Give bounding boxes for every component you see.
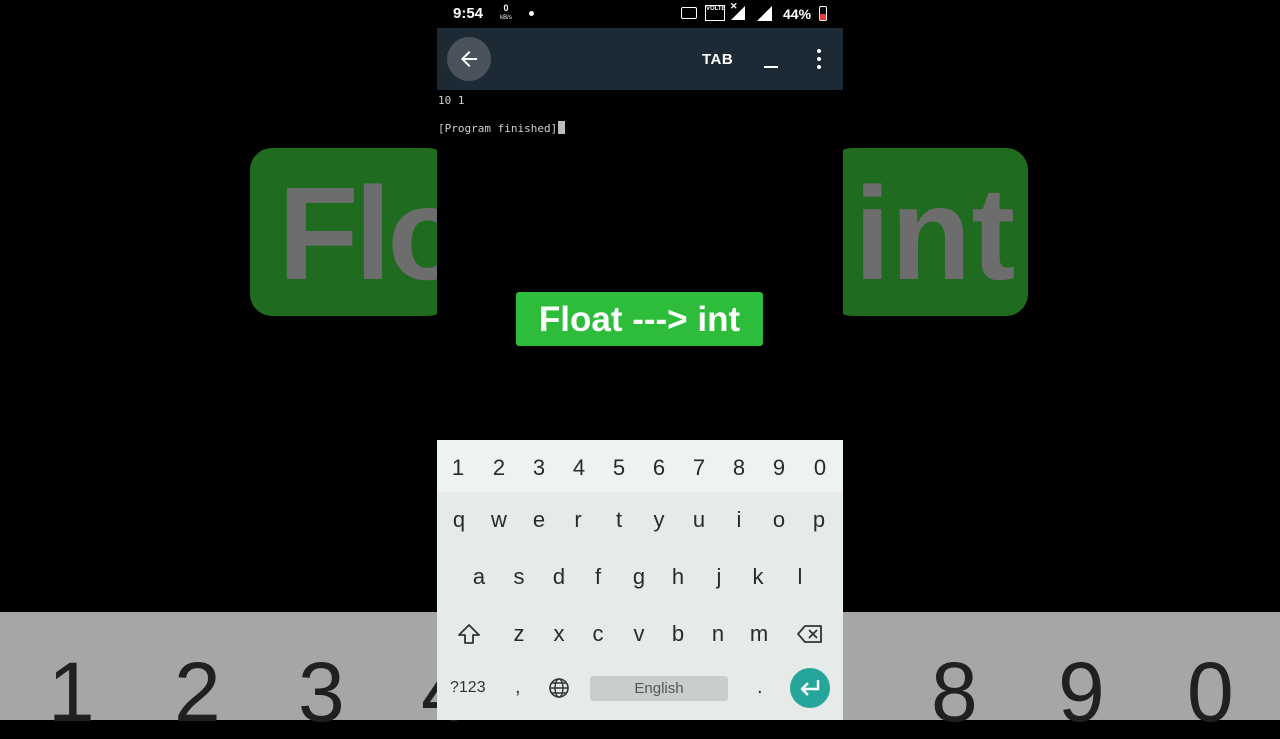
key-a[interactable]: a — [473, 564, 485, 590]
space-bar[interactable]: English — [590, 676, 728, 701]
key-t[interactable]: t — [616, 507, 622, 533]
key-i[interactable]: i — [737, 507, 742, 533]
key-w[interactable]: w — [491, 507, 507, 533]
no-data-icon: ✕ — [730, 1, 738, 11]
background-left-card: Flo — [250, 148, 450, 316]
key-2[interactable]: 2 — [493, 455, 505, 481]
back-button[interactable] — [447, 37, 491, 81]
background-digit: 1 — [48, 645, 95, 739]
tab-key-button[interactable]: TAB — [702, 51, 733, 68]
underscore-key-button[interactable] — [764, 50, 778, 68]
key-s[interactable]: s — [514, 564, 525, 590]
key-l[interactable]: l — [798, 564, 803, 590]
enter-icon[interactable] — [790, 668, 830, 708]
key-n[interactable]: n — [712, 621, 724, 647]
key-b[interactable]: b — [672, 621, 684, 647]
symbols-key[interactable]: ?123 — [450, 679, 486, 697]
background-left-text: Flo — [278, 160, 450, 307]
backspace-icon[interactable] — [796, 623, 824, 645]
comma-key[interactable]: , — [515, 676, 521, 699]
status-time: 9:54 — [453, 5, 484, 22]
soft-keyboard: 1 2 3 4 5 6 7 8 9 0 q w e r t y u i o p … — [437, 440, 843, 720]
terminal-line-wrap: [Program finished] — [438, 121, 566, 135]
terminal-line: 10 1 — [438, 94, 465, 107]
more-options-icon[interactable] — [811, 48, 827, 70]
key-q[interactable]: q — [453, 507, 465, 533]
key-0[interactable]: 0 — [814, 455, 826, 481]
key-z[interactable]: z — [514, 621, 525, 647]
globe-icon[interactable] — [548, 677, 570, 699]
video-caption-banner: Float ---> int — [516, 292, 763, 346]
key-d[interactable]: d — [553, 564, 565, 590]
terminal-line: [Program finished] — [438, 122, 558, 135]
phone-screen: 9:54 0 kB/s VOLTE ✕ 44% TAB 10 1 [Progra… — [437, 0, 843, 720]
key-r[interactable]: r — [574, 507, 581, 533]
background-digit: 9 — [1058, 645, 1105, 739]
key-j[interactable]: j — [717, 564, 722, 590]
key-6[interactable]: 6 — [653, 455, 665, 481]
volte-icon: VOLTE — [705, 5, 726, 21]
key-4[interactable]: 4 — [573, 455, 585, 481]
battery-icon — [819, 6, 827, 21]
key-9[interactable]: 9 — [773, 455, 785, 481]
status-bar: 9:54 0 kB/s VOLTE ✕ 44% — [437, 0, 843, 28]
terminal-cursor — [558, 121, 566, 134]
key-p[interactable]: p — [813, 507, 825, 533]
background-digit: 8 — [931, 645, 978, 739]
background-digit: 3 — [298, 645, 345, 739]
key-o[interactable]: o — [773, 507, 785, 533]
background-right-text: int — [854, 160, 1016, 307]
key-5[interactable]: 5 — [613, 455, 625, 481]
key-k[interactable]: k — [753, 564, 764, 590]
key-3[interactable]: 3 — [533, 455, 545, 481]
key-8[interactable]: 8 — [733, 455, 745, 481]
key-f[interactable]: f — [595, 564, 601, 590]
key-g[interactable]: g — [633, 564, 645, 590]
key-1[interactable]: 1 — [452, 455, 464, 481]
network-speed-unit: kB/s — [500, 15, 512, 21]
shift-icon[interactable] — [457, 623, 481, 645]
key-7[interactable]: 7 — [693, 455, 705, 481]
app-bar: TAB — [437, 28, 843, 90]
network-speed-value: 0 — [503, 3, 509, 13]
key-c[interactable]: c — [593, 621, 604, 647]
key-v[interactable]: v — [634, 621, 645, 647]
key-e[interactable]: e — [533, 507, 545, 533]
battery-percent: 44% — [783, 6, 812, 22]
cast-icon — [681, 7, 697, 19]
key-m[interactable]: m — [750, 621, 768, 647]
terminal-output[interactable]: 10 1 [Program finished] — [437, 90, 843, 440]
background-digit: 0 — [1187, 645, 1234, 739]
key-y[interactable]: y — [654, 507, 665, 533]
period-key[interactable]: . — [757, 676, 763, 699]
key-u[interactable]: u — [693, 507, 705, 533]
background-right-card: int — [830, 148, 1028, 316]
key-h[interactable]: h — [672, 564, 684, 590]
network-speed: 0 kB/s — [497, 3, 515, 23]
back-arrow-icon — [461, 51, 477, 67]
key-x[interactable]: x — [554, 621, 565, 647]
notification-dot-icon — [529, 11, 534, 16]
signal-sim2-icon — [757, 6, 772, 21]
background-digit: 2 — [174, 645, 221, 739]
